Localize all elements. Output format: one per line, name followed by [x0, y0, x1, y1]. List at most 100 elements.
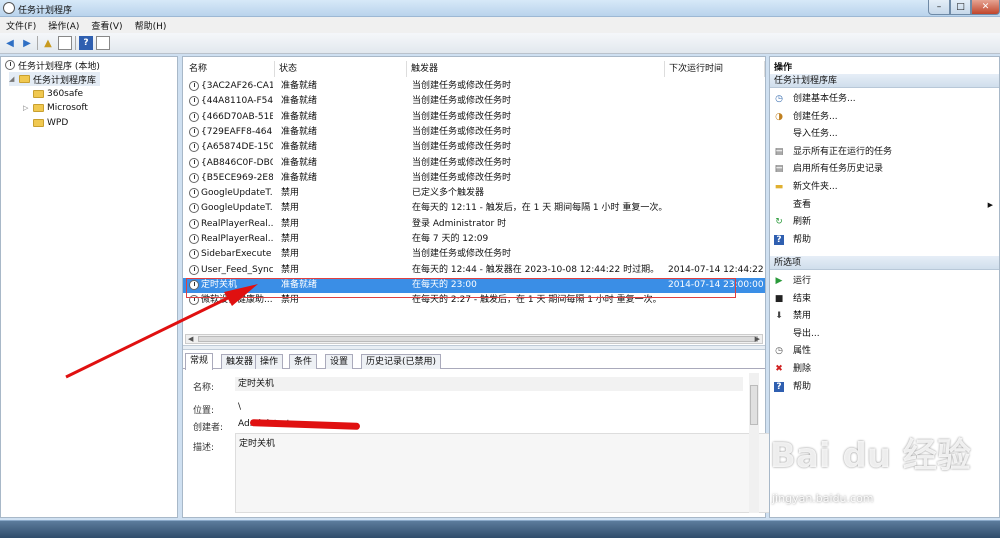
scrollbar-thumb[interactable]: [198, 336, 758, 342]
table-row[interactable]: RealPlayerReal... 禁用 登录 Administrator 时: [183, 217, 765, 232]
scroll-right-icon[interactable]: ▶: [755, 335, 760, 343]
forward-arrow-icon[interactable]: ▶: [20, 36, 34, 50]
action-item[interactable]: ▶ 运行: [770, 273, 999, 289]
cell-name: SidebarExecute: [201, 249, 272, 260]
table-row[interactable]: {3AC2AF26-CA1... 准备就绪 当创建任务或修改任务时: [183, 79, 765, 94]
tab-general[interactable]: 常规: [185, 353, 214, 370]
refresh-icon: ↻: [775, 217, 783, 228]
action-label: 禁用: [793, 311, 812, 322]
table-row[interactable]: {729EAFF8-4641... 准备就绪 当创建任务或修改任务时: [183, 125, 765, 140]
scroll-left-icon[interactable]: ◀: [188, 335, 193, 343]
collapse-caret-icon[interactable]: ◢: [9, 75, 16, 83]
tree-item-wpd[interactable]: WPD: [23, 116, 68, 130]
actions-section-library[interactable]: 任务计划程序库: [770, 74, 999, 88]
tab-actions[interactable]: 操作: [255, 354, 284, 369]
action-item[interactable]: ? 帮助: [770, 379, 999, 395]
horizontal-scrollbar[interactable]: ◀ ▶: [185, 334, 763, 344]
action-item[interactable]: ▬ 新文件夹...: [770, 179, 999, 195]
action-item[interactable]: ? 帮助: [770, 232, 999, 248]
tree-item-microsoft[interactable]: ▷ Microsoft: [23, 101, 88, 115]
minimize-button[interactable]: –: [928, 0, 950, 15]
expand-caret-icon[interactable]: ▷: [23, 104, 30, 112]
actions-section-selected[interactable]: 所选项: [770, 256, 999, 270]
cell-status: 准备就绪: [281, 96, 318, 107]
column-header-trigger[interactable]: 触发器: [407, 61, 665, 77]
tab-conditions[interactable]: 条件: [289, 354, 318, 369]
table-row[interactable]: RealPlayerReal... 禁用 在每 7 天的 12:09: [183, 232, 765, 247]
tree-item-label: 任务计划程序库: [33, 75, 97, 86]
table-row[interactable]: {466D70AB-51B... 准备就绪 当创建任务或修改任务时: [183, 110, 765, 125]
menu-help[interactable]: 帮助(H): [129, 19, 173, 32]
table-row[interactable]: GoogleUpdateT... 禁用 已定义多个触发器: [183, 186, 765, 201]
cell-status: 禁用: [281, 264, 300, 275]
cell-status: 准备就绪: [281, 126, 318, 137]
tree-item-library[interactable]: ◢ 任务计划程序库: [9, 72, 101, 86]
action-item[interactable]: ▤ 启用所有任务历史记录: [770, 161, 999, 177]
scrollbar-thumb[interactable]: [750, 385, 758, 425]
action-item[interactable]: ⬇ 禁用: [770, 308, 999, 324]
action-item[interactable]: 查看 ▶: [770, 197, 999, 213]
table-row[interactable]: {B5ECE969-2E8... 准备就绪 当创建任务或修改任务时: [183, 171, 765, 186]
pane-splitter[interactable]: [183, 345, 765, 350]
menu-action[interactable]: 操作(A): [42, 19, 85, 32]
action-item[interactable]: ▤ 显示所有正在运行的任务: [770, 144, 999, 160]
column-header-status[interactable]: 状态: [275, 61, 407, 77]
table-row[interactable]: {44A8110A-F54... 准备就绪 当创建任务或修改任务时: [183, 94, 765, 109]
cell-trigger: 当创建任务或修改任务时: [412, 81, 512, 91]
tree-item-label: 360safe: [47, 89, 84, 99]
action-item[interactable]: 导出...: [770, 326, 999, 342]
menu-view[interactable]: 查看(V): [85, 19, 128, 32]
back-arrow-icon[interactable]: ◀: [3, 36, 17, 50]
cell-trigger: 当创建任务或修改任务时: [412, 142, 512, 153]
task-clock-icon: [189, 249, 199, 260]
column-header-next-run[interactable]: 下次运行时间: [665, 61, 765, 77]
task-list: 名称 状态 触发器 下次运行时间 {3AC2AF26-CA1...准备就绪当创建…: [183, 57, 765, 344]
actions-pane-title: 操作: [774, 63, 793, 73]
tree-item-label: WPD: [47, 118, 69, 128]
table-row[interactable]: User_Feed_Sync... 禁用 在每天的 12:44 - 触发器在 202…: [183, 263, 765, 278]
close-button[interactable]: ✕: [971, 0, 1000, 15]
tree-root-label: 任务计划程序 (本地): [18, 61, 100, 72]
cell-status: 准备就绪: [281, 157, 318, 168]
show-hide-tree-icon[interactable]: [58, 36, 72, 50]
vertical-scrollbar[interactable]: [749, 373, 759, 513]
watermark-url: jingyan.baidu.com: [772, 492, 874, 505]
help-icon[interactable]: ?: [79, 36, 93, 50]
action-item[interactable]: ◷ 创建基本任务...: [770, 91, 999, 107]
up-folder-icon[interactable]: ▲: [41, 36, 55, 50]
tree-root[interactable]: 任务计划程序 (本地): [5, 58, 100, 72]
table-row[interactable]: SidebarExecute 禁用 当创建任务或修改任务时: [183, 247, 765, 262]
task-scheduler-app-icon: [3, 2, 15, 14]
show-hide-action-pane-icon[interactable]: [96, 36, 110, 50]
action-item[interactable]: ↻ 刷新: [770, 214, 999, 230]
tab-triggers[interactable]: 触发器: [221, 354, 259, 369]
action-item[interactable]: ✖ 删除: [770, 361, 999, 377]
menu-bar: 文件(F) 操作(A) 查看(V) 帮助(H): [0, 17, 1000, 33]
cell-trigger: 在每天的 12:11 - 触发后，在 1 天 期间每隔 1 小时 重复一次。: [412, 203, 664, 214]
cell-name: GoogleUpdateT...: [201, 203, 273, 214]
tree-item-360safe[interactable]: 360safe: [23, 87, 83, 101]
toolbar-separator: [37, 36, 38, 50]
action-item[interactable]: ◑ 创建任务...: [770, 109, 999, 125]
task-clock-icon: [189, 142, 199, 153]
action-item[interactable]: ■ 结束: [770, 291, 999, 307]
windows-taskbar: [0, 520, 1000, 538]
location-field[interactable]: \: [235, 400, 743, 414]
tab-settings[interactable]: 设置: [325, 354, 354, 369]
task-clock-icon: [189, 218, 199, 229]
table-row[interactable]: GoogleUpdateT... 禁用 在每天的 12:11 - 触发后，在 1 天…: [183, 201, 765, 216]
cell-name: {3AC2AF26-CA1...: [201, 81, 273, 91]
column-header-name[interactable]: 名称: [185, 61, 275, 77]
description-field[interactable]: 定时关机: [235, 433, 771, 513]
action-item[interactable]: 导入任务...: [770, 126, 999, 142]
name-field[interactable]: 定时关机: [235, 377, 743, 391]
navigation-tree: 任务计划程序 (本地) ◢ 任务计划程序库 360safe ▷ Microsof…: [0, 56, 178, 518]
maximize-button[interactable]: □: [950, 0, 971, 15]
task-clock-icon: [189, 126, 199, 137]
task-clock-icon: [189, 81, 199, 91]
tab-history[interactable]: 历史记录(已禁用): [361, 354, 442, 369]
table-row[interactable]: {A65874DE-150... 准备就绪 当创建任务或修改任务时: [183, 140, 765, 155]
table-row[interactable]: {AB846C0F-DB0... 准备就绪 当创建任务或修改任务时: [183, 156, 765, 171]
menu-file[interactable]: 文件(F): [0, 19, 42, 32]
action-item[interactable]: ◷ 属性: [770, 343, 999, 359]
